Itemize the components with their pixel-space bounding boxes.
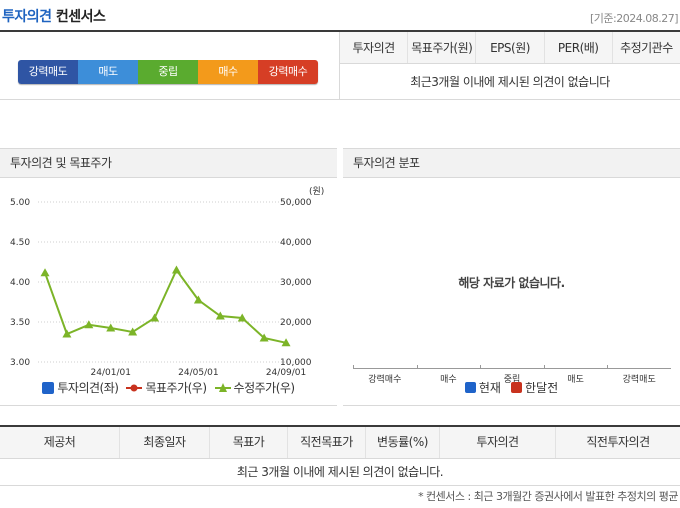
legend-label: 현재 <box>478 381 501 395</box>
right-tick-label: 40,000 <box>280 238 312 248</box>
right-tick-label: 20,000 <box>280 318 312 328</box>
footnote: * 컨센서스 : 최근 3개월간 증권사에서 발표한 추정치의 평균 <box>418 490 678 503</box>
legend-swatch <box>510 382 522 393</box>
x-tick-label: 24/05/01 <box>178 368 218 378</box>
broker-header-cell: 제공처 <box>0 427 120 458</box>
distribution-legend: 현재 한달전 <box>343 379 680 396</box>
panel-title: 투자의견 분포 <box>343 148 680 178</box>
consensus-header-cell: PER(배) <box>545 32 613 63</box>
left-tick-label: 5.00 <box>10 198 30 208</box>
x-tick-label: 24/09/01 <box>266 368 306 378</box>
legend-label: 한달전 <box>524 381 559 395</box>
broker-opinion-table: 제공처 최종일자 목표가 직전목표가 변동률(%) 투자의견 직전투자의견 최근 3개월 이… <box>0 425 680 486</box>
page-title: 투자의견 컨센서스 <box>2 6 106 26</box>
no-data-message: 해당 자료가 없습니다. <box>458 276 565 290</box>
legend-label: 투자의견(좌) <box>57 381 119 395</box>
broker-header-cell: 직전목표가 <box>288 427 366 458</box>
legend-label: 목표주가(우) <box>145 381 207 395</box>
left-tick-label: 4.00 <box>10 278 30 288</box>
legend-swatch <box>464 382 476 393</box>
x-tick-label: 24/01/01 <box>91 368 131 378</box>
data-point <box>40 268 50 277</box>
reference-date: [기준:2024.08.27] <box>589 12 679 25</box>
title-main: 투자의견 <box>2 9 52 25</box>
consensus-header-cell: EPS(원) <box>476 32 545 63</box>
distribution-legend-item: 현재 <box>464 379 501 396</box>
legend-label: 수정주가(우) <box>233 381 296 395</box>
opinion-price-chart: 5.00 50,000 4.50 40,000 4.00 30,000 3.50 20,000… <box>10 186 324 378</box>
chart-legend: 투자의견(좌) 목표주가(우) 수정주가(우) <box>0 379 337 396</box>
consensus-table-header: 투자의견 목표주가(원) EPS(원) PER(배) 추정기관수 <box>340 32 680 64</box>
broker-table-row: 최근 3개월 이내에 제시된 의견이 없습니다. <box>0 459 680 486</box>
left-tick-label: 3.00 <box>10 358 30 368</box>
scale-segment: 강력매수 <box>258 60 318 84</box>
broker-header-cell: 변동률(%) <box>366 427 440 458</box>
broker-header-cell: 목표가 <box>210 427 288 458</box>
consensus-empty-message: 최근3개월 이내에 제시된 의견이 없습니다 <box>410 75 610 89</box>
series-line <box>44 268 287 344</box>
right-axis-unit: (원) <box>309 186 324 197</box>
distribution-legend-item: 한달전 <box>510 379 559 396</box>
panel-title: 투자의견 및 목표주가 <box>0 148 337 178</box>
consensus-header-cell: 투자의견 <box>340 32 409 63</box>
right-tick-label: 10,000 <box>280 358 312 368</box>
left-tick-label: 4.50 <box>10 238 30 248</box>
data-point <box>150 313 160 322</box>
consensus-header-cell: 목표주가(원) <box>408 32 477 63</box>
scale-segment: 매수 <box>198 60 258 84</box>
chart-legend-item: 목표주가(우) <box>126 379 207 396</box>
title-sub: 컨센서스 <box>55 9 106 25</box>
right-tick-label: 50,000 <box>280 198 312 208</box>
legend-marker-icon <box>126 384 143 391</box>
scale-segment: 매도 <box>78 60 138 84</box>
consensus-header-cell: 추정기관수 <box>620 41 673 55</box>
broker-header-cell: 직전투자의견 <box>586 435 650 449</box>
chart-legend-item: 수정주가(우) <box>214 379 296 396</box>
legend-marker-icon <box>214 382 231 392</box>
broker-header-cell: 최종일자 <box>120 427 210 458</box>
consensus-table: 투자의견 목표주가(원) EPS(원) PER(배) 추정기관수 최근3개월 이내에 제… <box>340 32 680 100</box>
opinion-target-price-panel: 투자의견 및 목표주가 5.00 50,000 4.50 40,000 4.00 30,0… <box>0 148 337 406</box>
chart-legend-item: 투자의견(좌) <box>42 379 119 396</box>
scale-segment: 강력매도 <box>18 60 78 84</box>
broker-empty-message: 최근 3개월 이내에 제시된 의견이 없습니다. <box>236 465 444 479</box>
scale-segment: 중립 <box>138 60 198 84</box>
legend-marker-icon <box>42 381 55 394</box>
opinion-distribution-panel: 투자의견 분포 해당 자료가 없습니다. 강력매수 매수 중립 매도 강력매도 현재 한달… <box>343 148 680 406</box>
opinion-scale-bar: 강력매도 매도 중립 매수 강력매수 <box>18 60 318 84</box>
data-point <box>171 265 181 274</box>
right-tick-label: 30,000 <box>280 278 312 288</box>
consensus-table-row: 최근3개월 이내에 제시된 의견이 없습니다 <box>340 64 680 100</box>
broker-table-header: 제공처 최종일자 목표가 직전목표가 변동률(%) 투자의견 직전투자의견 <box>0 427 680 459</box>
left-tick-label: 3.50 <box>10 318 30 328</box>
broker-header-cell: 투자의견 <box>440 427 556 458</box>
